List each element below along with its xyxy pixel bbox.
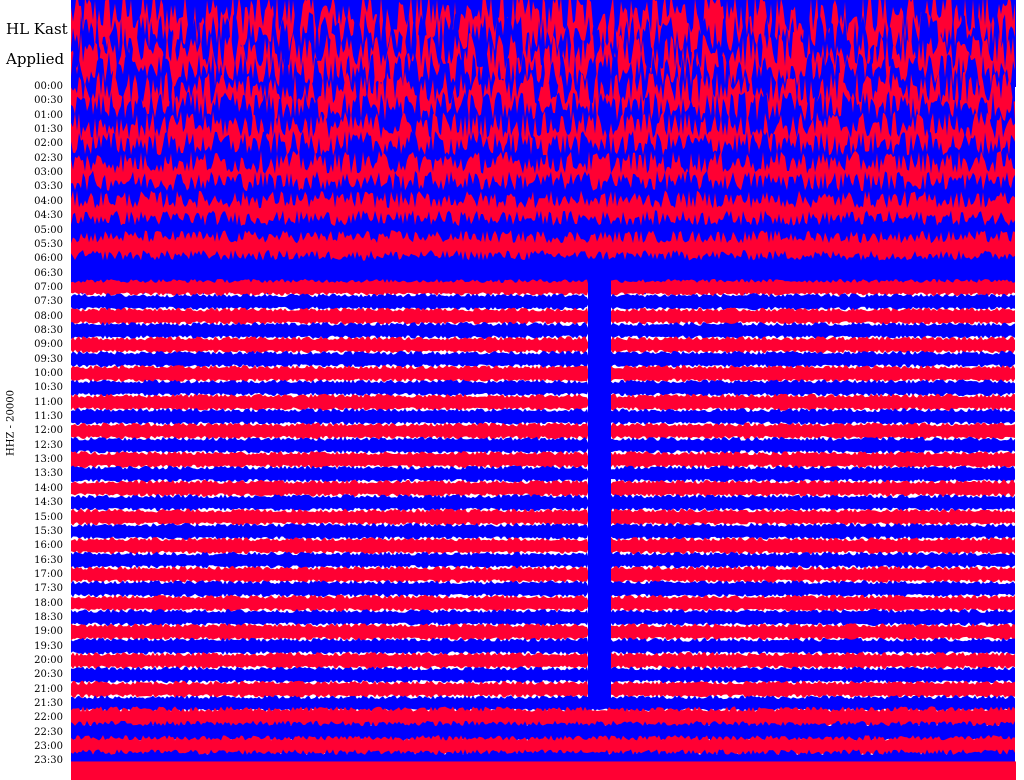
y-tick-label: 18:00 [34, 597, 63, 609]
trace-row-2100 [71, 680, 1015, 698]
y-tick-label: 23:30 [34, 755, 63, 767]
helicorder-plot [71, 0, 1016, 780]
y-tick-label: 14:30 [34, 497, 63, 509]
trace-row-1230 [71, 436, 1015, 454]
trace-row-1700 [71, 565, 1015, 583]
y-tick-label: 20:00 [34, 655, 63, 666]
trace-row-2030 [71, 666, 1015, 684]
y-tick-label: 13:30 [34, 468, 63, 480]
trace-row-1300 [71, 451, 1015, 469]
y-tick-label: 16:00 [34, 540, 63, 552]
trace-row-1400 [71, 479, 1015, 497]
y-tick-label: 17:30 [34, 583, 63, 595]
trace-row-1830 [71, 609, 1015, 626]
trace-row-0930 [71, 350, 1015, 368]
y-tick-label: 05:30 [34, 238, 63, 250]
trace-row-1200 [71, 422, 1015, 440]
trace-row-1030 [71, 379, 1015, 397]
y-tick-label: 09:00 [34, 339, 63, 351]
trace-bottom-band [71, 761, 1016, 780]
y-axis-label: HHZ - 20000 [5, 390, 17, 456]
y-tick-label: 22:00 [34, 712, 63, 724]
y-tick-label: 15:30 [34, 525, 63, 537]
y-tick-label: 19:00 [34, 626, 63, 638]
y-tick-label: 21:30 [34, 698, 63, 710]
data-gap-band [588, 273, 611, 705]
y-tick-label: 18:30 [34, 611, 63, 623]
trace-row-0800 [71, 307, 1015, 325]
trace-row-0830 [71, 322, 1015, 339]
trace-row-1730 [71, 580, 1015, 598]
y-tick-label: 01:00 [34, 109, 63, 121]
trace-row-1930 [71, 637, 1015, 655]
trace-row-1600 [71, 537, 1015, 555]
y-tick-label: 05:00 [34, 224, 63, 236]
y-tick-label: 19:30 [34, 640, 63, 652]
y-tick-label: 00:30 [34, 95, 63, 107]
y-tick-label: 11:00 [34, 396, 63, 408]
y-tick-label: 08:00 [34, 310, 63, 322]
y-tick-label: 06:30 [34, 267, 63, 279]
trace-row-1500 [71, 508, 1015, 526]
trace-row-0730 [71, 293, 1015, 311]
y-tick-label: 20:30 [34, 669, 63, 681]
y-tick-label: 02:00 [34, 138, 63, 150]
y-tick-label: 03:30 [34, 181, 63, 193]
trace-row-1630 [71, 551, 1015, 569]
y-tick-label: 17:00 [34, 568, 63, 580]
y-tick-label: 02:30 [34, 152, 63, 164]
y-tick-label: 07:30 [34, 296, 63, 308]
y-tick-label: 00:00 [34, 81, 63, 92]
y-tick-label: 10:00 [34, 368, 63, 379]
y-tick-label: 23:00 [34, 741, 63, 753]
y-tick-label: 04:30 [34, 210, 63, 222]
y-tick-label: 14:00 [34, 482, 63, 494]
y-tick-label: 06:00 [34, 253, 63, 265]
trace-row-2000 [71, 652, 1015, 670]
trace-row-1430 [71, 494, 1015, 512]
y-tick-label: 10:30 [34, 382, 63, 394]
y-tick-label: 12:30 [34, 439, 63, 451]
y-tick-label: 15:00 [34, 511, 63, 523]
y-tick-label: 01:30 [34, 124, 63, 136]
trace-row-1330 [71, 465, 1015, 483]
y-tick-label: 11:30 [34, 411, 63, 423]
trace-row-1130 [71, 408, 1015, 426]
y-tick-label: 09:30 [34, 353, 63, 365]
y-tick-label: 13:00 [34, 454, 63, 466]
y-tick-label: 21:00 [34, 683, 63, 695]
y-tick-label: 12:00 [34, 425, 63, 437]
y-tick-label: 08:30 [34, 324, 63, 336]
y-tick-label: 03:00 [34, 167, 63, 179]
trace-row-1530 [71, 522, 1015, 540]
y-tick-label: 16:30 [34, 554, 63, 566]
trace-row-1100 [71, 393, 1015, 411]
y-tick-label: 04:00 [34, 195, 63, 207]
y-tick-label: 07:00 [34, 281, 63, 293]
y-tick-label: 22:30 [34, 726, 63, 738]
